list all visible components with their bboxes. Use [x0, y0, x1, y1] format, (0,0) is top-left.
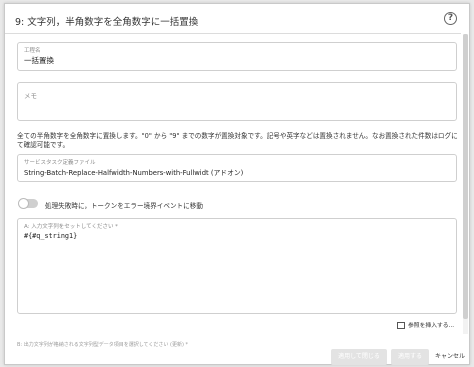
description-text: 全ての半角数字を全角数字に置換します。"0" から "9" までの数字が置換対象…	[17, 132, 458, 149]
title-divider	[5, 33, 461, 34]
memo-label: メモ	[24, 92, 37, 100]
cancel-button[interactable]: キャンセル	[433, 349, 467, 365]
toggle-knob	[18, 198, 29, 209]
step-name-value: 一括置換	[24, 56, 54, 65]
insert-reference-button[interactable]: 参照を挿入する...	[397, 320, 454, 329]
step-name-field[interactable]: 工程名 一括置換	[17, 42, 457, 71]
step-name-label: 工程名	[24, 48, 41, 54]
apply-button[interactable]: 適用する	[391, 349, 429, 365]
output-hint: B: 出力文字列が格納される文字列型データ項目を選択してください (更新) *	[17, 342, 188, 348]
insert-reference-icon	[397, 322, 405, 329]
service-task-value: String-Batch-Replace-Halfwidth-Numbers-w…	[24, 169, 244, 177]
dialog-title: 9: 文字列，半角数字を全角数字に一括置換	[15, 17, 199, 28]
insert-reference-label: 参照を挿入する...	[408, 323, 455, 329]
service-task-label: サービスタスク定義ファイル	[24, 160, 96, 166]
service-task-field[interactable]: サービスタスク定義ファイル String-Batch-Replace-Halfw…	[17, 154, 457, 182]
apply-close-button[interactable]: 適用して閉じる	[331, 349, 387, 365]
memo-field[interactable]: メモ	[17, 82, 457, 121]
error-toggle-label: 処理失敗時に，トークンをエラー境界イベントに移動	[45, 202, 203, 210]
dialog: 9: 文字列，半角数字を全角数字に一括置換 ? 工程名 一括置換 メモ 全ての半…	[4, 3, 470, 365]
input-string-label: A: 入力文字列をセットしてください *	[24, 224, 118, 230]
error-toggle[interactable]	[18, 198, 38, 209]
input-string-field[interactable]: A: 入力文字列をセットしてください * #{#q_string1}	[17, 218, 457, 314]
scrollbar[interactable]	[463, 34, 468, 334]
scrollbar-thumb[interactable]	[463, 34, 468, 319]
input-string-value: #{#q_string1}	[24, 232, 78, 240]
help-icon[interactable]: ?	[444, 12, 457, 25]
